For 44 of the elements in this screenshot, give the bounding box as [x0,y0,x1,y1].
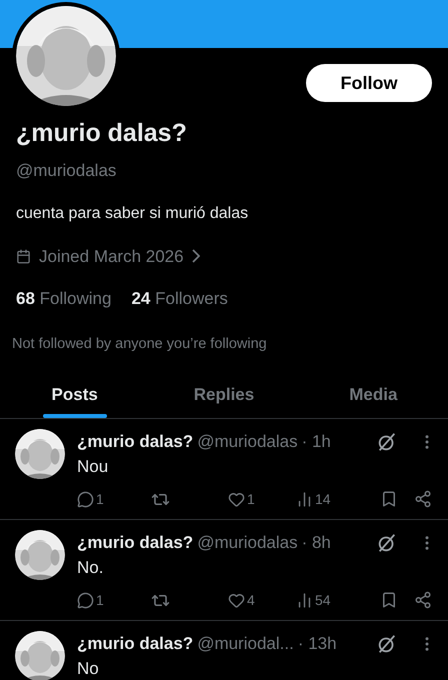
profile-handle: @muriodalas [16,160,118,182]
heart-icon [228,592,245,609]
follow-button[interactable]: Follow [306,64,432,102]
reply-button[interactable]: 1 [77,590,151,611]
post-handle: @muriodalas [197,431,298,454]
profile-tab[interactable]: Posts [0,371,150,418]
bar-chart-icon [296,490,313,508]
following-link[interactable]: 68 Following [16,286,112,312]
like-button[interactable]: 4 [228,590,296,611]
slashed-circle-icon[interactable] [376,633,398,655]
slashed-circle-icon[interactable] [376,532,398,554]
post-handle: @muriodalas [197,532,298,554]
post-time: · 13h [298,633,337,656]
heart-icon [228,490,245,508]
post-time: · 1h [302,431,331,454]
reply-button[interactable]: 1 [77,488,151,510]
profile-bio: cuenta para saber si murió dalas [16,204,250,224]
post-text: No. [77,556,104,579]
post-author: ¿murio dalas? [77,532,194,554]
views-button[interactable]: 54 [296,590,331,611]
calendar-icon [16,248,31,264]
share-icon[interactable] [414,490,432,508]
reply-icon [77,490,94,508]
post-handle: @muriodal... [197,633,294,656]
like-button[interactable]: 1 [228,488,296,510]
followers-link[interactable]: 24 Followers [131,286,228,312]
joined-link[interactable]: Joined March 2026 [16,244,432,269]
post-author: ¿murio dalas? [77,633,194,656]
post-time: · 8h [302,532,331,554]
post-author: ¿murio dalas? [77,431,194,454]
profile-tab[interactable]: Media [298,371,448,418]
post-text: No [77,658,100,680]
bookmark-icon[interactable] [380,490,398,508]
bar-chart-icon [296,592,313,609]
followed-by-note: Not followed by anyone you’re following [11,334,268,354]
profile-tab[interactable]: Replies [149,371,299,418]
share-icon[interactable] [414,591,432,610]
chevron-icon[interactable] [192,249,200,264]
views-button[interactable]: 14 [296,488,331,510]
profile-name: ¿murio dalas? [16,118,188,149]
slashed-circle-icon[interactable] [376,431,398,453]
post-text: Nou [77,456,110,478]
reply-icon [77,592,94,609]
bookmark-icon[interactable] [380,591,398,610]
